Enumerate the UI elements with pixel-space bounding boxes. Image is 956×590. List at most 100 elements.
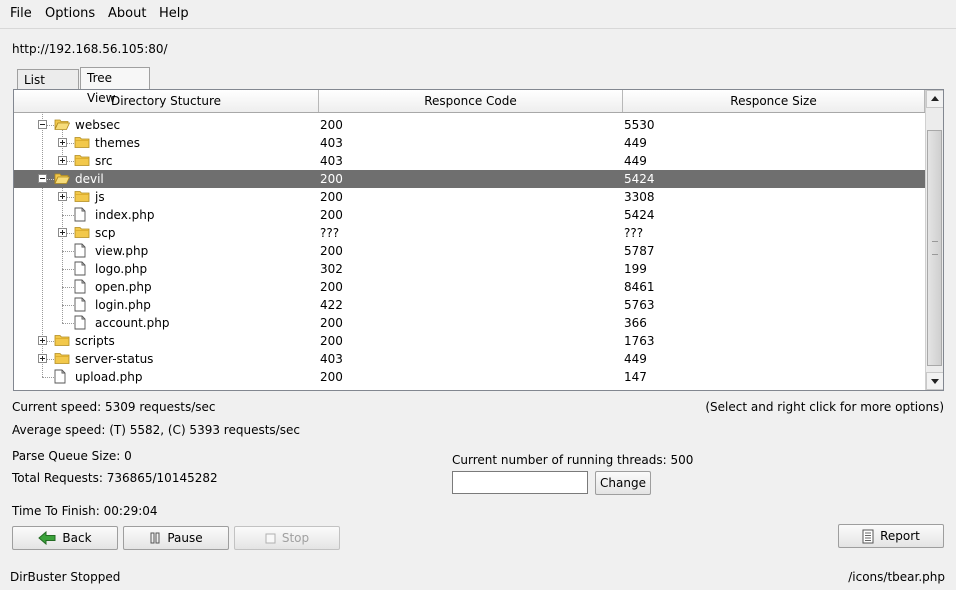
right-click-hint: (Select and right click for more options… — [705, 400, 944, 414]
tree-connector — [62, 269, 74, 270]
cell-response-size: 449 — [624, 154, 647, 168]
cell-response-size: 8461 — [624, 280, 655, 294]
tree-connector — [42, 377, 54, 378]
cell-response-code: 200 — [320, 190, 343, 204]
report-button[interactable]: Report — [838, 524, 944, 548]
cell-name: upload.php — [75, 370, 143, 384]
expand-icon[interactable] — [58, 228, 67, 237]
threads-input[interactable] — [452, 471, 588, 494]
stop-button[interactable]: Stop — [234, 526, 340, 550]
menu-options[interactable]: Options — [45, 6, 95, 21]
back-arrow-icon — [38, 531, 56, 545]
back-button[interactable]: Back — [12, 526, 118, 550]
cell-name: scp — [95, 226, 116, 240]
column-header-code[interactable]: Responce Code — [319, 90, 623, 112]
scroll-up-button[interactable] — [926, 90, 943, 108]
cell-response-size: 449 — [624, 352, 647, 366]
cell-name: open.php — [95, 280, 152, 294]
vertical-scrollbar[interactable] — [925, 90, 943, 390]
scroll-thumb[interactable] — [927, 130, 942, 366]
table-row[interactable]: server-status 403 449 — [14, 350, 925, 368]
parse-queue-size: Parse Queue Size: 0 — [12, 449, 132, 463]
expand-icon[interactable] — [38, 354, 47, 363]
file-icon — [54, 369, 66, 389]
cell-response-code: 403 — [320, 352, 343, 366]
table-row[interactable]: index.php 200 5424 — [14, 206, 925, 224]
menu-bar: File Options About Help — [0, 0, 956, 29]
current-item-path: /icons/tbear.php — [848, 570, 945, 584]
cell-response-size: 366 — [624, 316, 647, 330]
cell-response-size: 5424 — [624, 208, 655, 222]
cell-response-code: 200 — [320, 316, 343, 330]
table-row[interactable]: scripts 200 1763 — [14, 332, 925, 350]
cell-response-code: 200 — [320, 244, 343, 258]
stop-button-label: Stop — [281, 531, 310, 545]
pause-icon — [150, 532, 160, 544]
cell-name: login.php — [95, 298, 151, 312]
pause-button[interactable]: Pause — [123, 526, 229, 550]
collapse-icon[interactable] — [38, 120, 47, 129]
table-row[interactable]: logo.php 302 199 — [14, 260, 925, 278]
cell-response-size: ??? — [624, 226, 644, 240]
table-row[interactable]: login.php 422 5763 — [14, 296, 925, 314]
table-row[interactable]: account.php 200 366 — [14, 314, 925, 332]
cell-response-code: 422 — [320, 298, 343, 312]
change-button-label: Change — [600, 476, 646, 490]
cell-name: view.php — [95, 244, 149, 258]
cell-name: logo.php — [95, 262, 148, 276]
expand-icon[interactable] — [58, 156, 67, 165]
table-row[interactable]: view.php 200 5787 — [14, 242, 925, 260]
table-row[interactable]: themes 403 449 — [14, 134, 925, 152]
report-icon — [862, 529, 874, 543]
menu-file[interactable]: File — [10, 6, 32, 21]
menu-about[interactable]: About — [108, 6, 146, 21]
table-row[interactable]: open.php 200 8461 — [14, 278, 925, 296]
results-tree-table[interactable]: Directory Stucture Responce Code Responc… — [13, 89, 944, 391]
collapse-icon[interactable] — [38, 174, 47, 183]
cell-response-code: 403 — [320, 154, 343, 168]
scroll-down-button[interactable] — [926, 372, 943, 390]
table-row[interactable]: upload.php 200 147 — [14, 368, 925, 386]
pause-button-label: Pause — [167, 531, 203, 545]
cell-response-size: 199 — [624, 262, 647, 276]
tree-connector — [62, 305, 74, 306]
tab-list-view[interactable]: List View — [17, 69, 79, 107]
cell-response-code: ??? — [320, 226, 340, 240]
cell-name: js — [95, 190, 105, 204]
cell-response-size: 3308 — [624, 190, 655, 204]
expand-icon[interactable] — [58, 138, 67, 147]
cell-name: themes — [95, 136, 141, 150]
cell-response-code: 302 — [320, 262, 343, 276]
table-row[interactable]: scp?????? — [14, 224, 925, 242]
report-button-label: Report — [880, 529, 920, 543]
table-row[interactable]: websec 200 5530 — [14, 116, 925, 134]
tree-connector — [62, 323, 74, 324]
average-speed: Average speed: (T) 5582, (C) 5393 reques… — [12, 423, 300, 437]
cell-response-code: 200 — [320, 118, 343, 132]
table-row[interactable]: src 403 449 — [14, 152, 925, 170]
change-button[interactable]: Change — [595, 471, 651, 495]
expand-icon[interactable] — [38, 336, 47, 345]
cell-response-size: 5530 — [624, 118, 655, 132]
column-header-size[interactable]: Responce Size — [623, 90, 925, 112]
cell-response-code: 200 — [320, 334, 343, 348]
menu-help[interactable]: Help — [159, 6, 189, 21]
tree-connector — [62, 215, 74, 216]
expand-icon[interactable] — [58, 192, 67, 201]
tab-tree-view[interactable]: Tree View — [80, 67, 150, 105]
cell-response-size: 449 — [624, 136, 647, 150]
cell-response-size: 5787 — [624, 244, 655, 258]
cell-response-size: 147 — [624, 370, 647, 384]
current-speed: Current speed: 5309 requests/sec — [12, 400, 216, 414]
column-header-directory[interactable]: Directory Stucture — [14, 90, 319, 112]
time-to-finish: Time To Finish: 00:29:04 — [12, 504, 158, 518]
cell-name: websec — [75, 118, 121, 132]
tree-connector — [62, 251, 74, 252]
table-row[interactable]: devil 200 5424 — [14, 170, 925, 188]
cell-response-size: 1763 — [624, 334, 655, 348]
target-url: http://192.168.56.105:80/ — [12, 42, 168, 56]
table-row[interactable]: js 200 3308 — [14, 188, 925, 206]
threads-label: Current number of running threads: 500 — [452, 453, 694, 467]
cell-response-code: 200 — [320, 370, 343, 384]
total-requests: Total Requests: 736865/10145282 — [12, 471, 218, 485]
